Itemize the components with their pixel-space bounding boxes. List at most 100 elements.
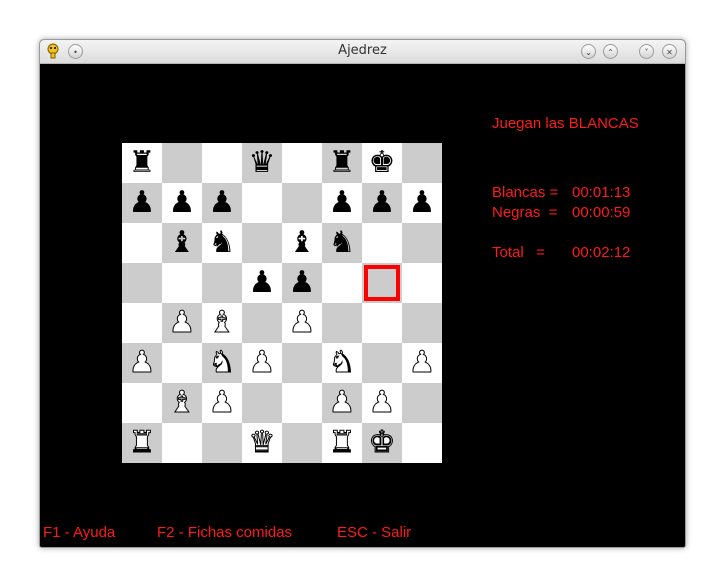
board-square[interactable]: ♟ bbox=[162, 303, 202, 343]
board-square[interactable]: ♟ bbox=[242, 263, 282, 303]
board-square[interactable]: ♟ bbox=[402, 183, 442, 223]
chess-board[interactable]: ♜ ♛ ♜ ♚ ♟ ♟ ♟ ♟ ♟ ♟ ♝ ♞ ♝ ♞ ♟ ♟ ♟ ♝ ♟ ♟ ♞ ♟ ♞ ♟ ♝ ♟ ♟ ♟ ♜ ♛ ♜ ♚ bbox=[122, 143, 442, 463]
black-pawn-icon[interactable]: ♟ bbox=[209, 188, 236, 218]
white-pawn-icon[interactable]: ♟ bbox=[288, 307, 316, 338]
board-square[interactable]: ♞ bbox=[202, 223, 242, 263]
board-square[interactable]: ♟ bbox=[122, 343, 162, 383]
board-square[interactable]: ♝ bbox=[162, 223, 202, 263]
black-bishop-icon[interactable]: ♝ bbox=[289, 228, 316, 258]
game-canvas[interactable]: ♜ ♛ ♜ ♚ ♟ ♟ ♟ ♟ ♟ ♟ ♝ ♞ ♝ ♞ ♟ ♟ ♟ ♝ ♟ ♟ ♞ ♟ ♞ ♟ ♝ ♟ ♟ ♟ ♜ ♛ ♜ ♚ Juegan … bbox=[40, 64, 685, 547]
board-square-selected[interactable] bbox=[362, 263, 402, 303]
white-queen-icon[interactable]: ♛ bbox=[248, 427, 276, 458]
board-square[interactable] bbox=[242, 183, 282, 223]
white-rook-icon[interactable]: ♜ bbox=[328, 427, 356, 458]
board-square[interactable]: ♜ bbox=[322, 423, 362, 463]
board-square[interactable]: ♟ bbox=[122, 183, 162, 223]
board-square[interactable] bbox=[122, 263, 162, 303]
board-square[interactable] bbox=[242, 383, 282, 423]
board-square[interactable] bbox=[402, 143, 442, 183]
board-square[interactable]: ♚ bbox=[362, 423, 402, 463]
white-pawn-icon[interactable]: ♟ bbox=[248, 347, 276, 378]
board-square[interactable] bbox=[322, 303, 362, 343]
board-square[interactable] bbox=[122, 303, 162, 343]
board-square[interactable] bbox=[282, 423, 322, 463]
board-square[interactable] bbox=[122, 383, 162, 423]
board-square[interactable]: ♟ bbox=[362, 383, 402, 423]
black-rook-icon[interactable]: ♜ bbox=[329, 148, 356, 178]
board-square[interactable]: ♛ bbox=[242, 143, 282, 183]
white-rook-icon[interactable]: ♜ bbox=[128, 427, 156, 458]
board-square[interactable]: ♝ bbox=[202, 303, 242, 343]
board-square[interactable] bbox=[202, 143, 242, 183]
black-pawn-icon[interactable]: ♟ bbox=[249, 268, 276, 298]
board-square[interactable] bbox=[402, 303, 442, 343]
white-knight-icon[interactable]: ♞ bbox=[328, 347, 356, 378]
board-square[interactable] bbox=[162, 343, 202, 383]
board-square[interactable]: ♟ bbox=[322, 383, 362, 423]
board-square[interactable]: ♚ bbox=[362, 143, 402, 183]
white-pawn-icon[interactable]: ♟ bbox=[328, 387, 356, 418]
board-square[interactable]: ♟ bbox=[202, 183, 242, 223]
board-square[interactable] bbox=[402, 263, 442, 303]
board-square[interactable]: ♟ bbox=[202, 383, 242, 423]
board-square[interactable]: ♝ bbox=[282, 223, 322, 263]
shade-up-button[interactable]: ⌃ bbox=[603, 44, 618, 59]
black-pawn-icon[interactable]: ♟ bbox=[409, 188, 436, 218]
board-square[interactable]: ♟ bbox=[322, 183, 362, 223]
board-square[interactable] bbox=[202, 423, 242, 463]
board-square[interactable] bbox=[242, 223, 282, 263]
white-pawn-icon[interactable]: ♟ bbox=[408, 347, 436, 378]
black-pawn-icon[interactable]: ♟ bbox=[129, 188, 156, 218]
board-square[interactable] bbox=[162, 423, 202, 463]
shade-down-button[interactable]: ⌄ bbox=[581, 44, 596, 59]
board-square[interactable]: ♟ bbox=[242, 343, 282, 383]
black-pawn-icon[interactable]: ♟ bbox=[369, 188, 396, 218]
board-square[interactable]: ♜ bbox=[322, 143, 362, 183]
close-button[interactable]: ✕ bbox=[662, 44, 677, 59]
black-knight-icon[interactable]: ♞ bbox=[209, 228, 236, 258]
board-square[interactable]: ♞ bbox=[202, 343, 242, 383]
board-square[interactable]: ♟ bbox=[162, 183, 202, 223]
board-square[interactable]: ♜ bbox=[122, 423, 162, 463]
board-square[interactable] bbox=[282, 383, 322, 423]
white-king-icon[interactable]: ♚ bbox=[368, 427, 396, 458]
board-square[interactable] bbox=[402, 223, 442, 263]
black-bishop-icon[interactable]: ♝ bbox=[169, 228, 196, 258]
board-square[interactable] bbox=[162, 143, 202, 183]
white-pawn-icon[interactable]: ♟ bbox=[128, 347, 156, 378]
title-bar[interactable]: • Ajedrez ⌄ ⌃ ˅ ✕ bbox=[40, 40, 685, 64]
board-square[interactable]: ♝ bbox=[162, 383, 202, 423]
board-square[interactable] bbox=[322, 263, 362, 303]
board-square[interactable] bbox=[122, 223, 162, 263]
black-rook-icon[interactable]: ♜ bbox=[129, 148, 156, 178]
board-square[interactable] bbox=[282, 183, 322, 223]
board-square[interactable] bbox=[362, 343, 402, 383]
board-square[interactable] bbox=[402, 383, 442, 423]
board-square[interactable]: ♞ bbox=[322, 223, 362, 263]
black-pawn-icon[interactable]: ♟ bbox=[169, 188, 196, 218]
board-square[interactable] bbox=[362, 223, 402, 263]
board-square[interactable]: ♟ bbox=[362, 183, 402, 223]
white-pawn-icon[interactable]: ♟ bbox=[368, 387, 396, 418]
black-pawn-icon[interactable]: ♟ bbox=[289, 268, 316, 298]
board-square[interactable]: ♛ bbox=[242, 423, 282, 463]
board-square[interactable]: ♜ bbox=[122, 143, 162, 183]
black-king-icon[interactable]: ♚ bbox=[369, 148, 396, 178]
board-square[interactable] bbox=[362, 303, 402, 343]
black-knight-icon[interactable]: ♞ bbox=[329, 228, 356, 258]
board-square[interactable] bbox=[202, 263, 242, 303]
board-square[interactable] bbox=[162, 263, 202, 303]
board-square[interactable]: ♟ bbox=[282, 263, 322, 303]
board-square[interactable]: ♟ bbox=[402, 343, 442, 383]
white-knight-icon[interactable]: ♞ bbox=[208, 347, 236, 378]
minimize-button[interactable]: ˅ bbox=[639, 44, 654, 59]
board-square[interactable] bbox=[282, 143, 322, 183]
white-pawn-icon[interactable]: ♟ bbox=[208, 387, 236, 418]
black-pawn-icon[interactable]: ♟ bbox=[329, 188, 356, 218]
black-queen-icon[interactable]: ♛ bbox=[249, 148, 276, 178]
board-square[interactable] bbox=[282, 343, 322, 383]
board-square[interactable] bbox=[242, 303, 282, 343]
board-square[interactable]: ♟ bbox=[282, 303, 322, 343]
board-square[interactable] bbox=[402, 423, 442, 463]
white-bishop-icon[interactable]: ♝ bbox=[168, 387, 196, 418]
